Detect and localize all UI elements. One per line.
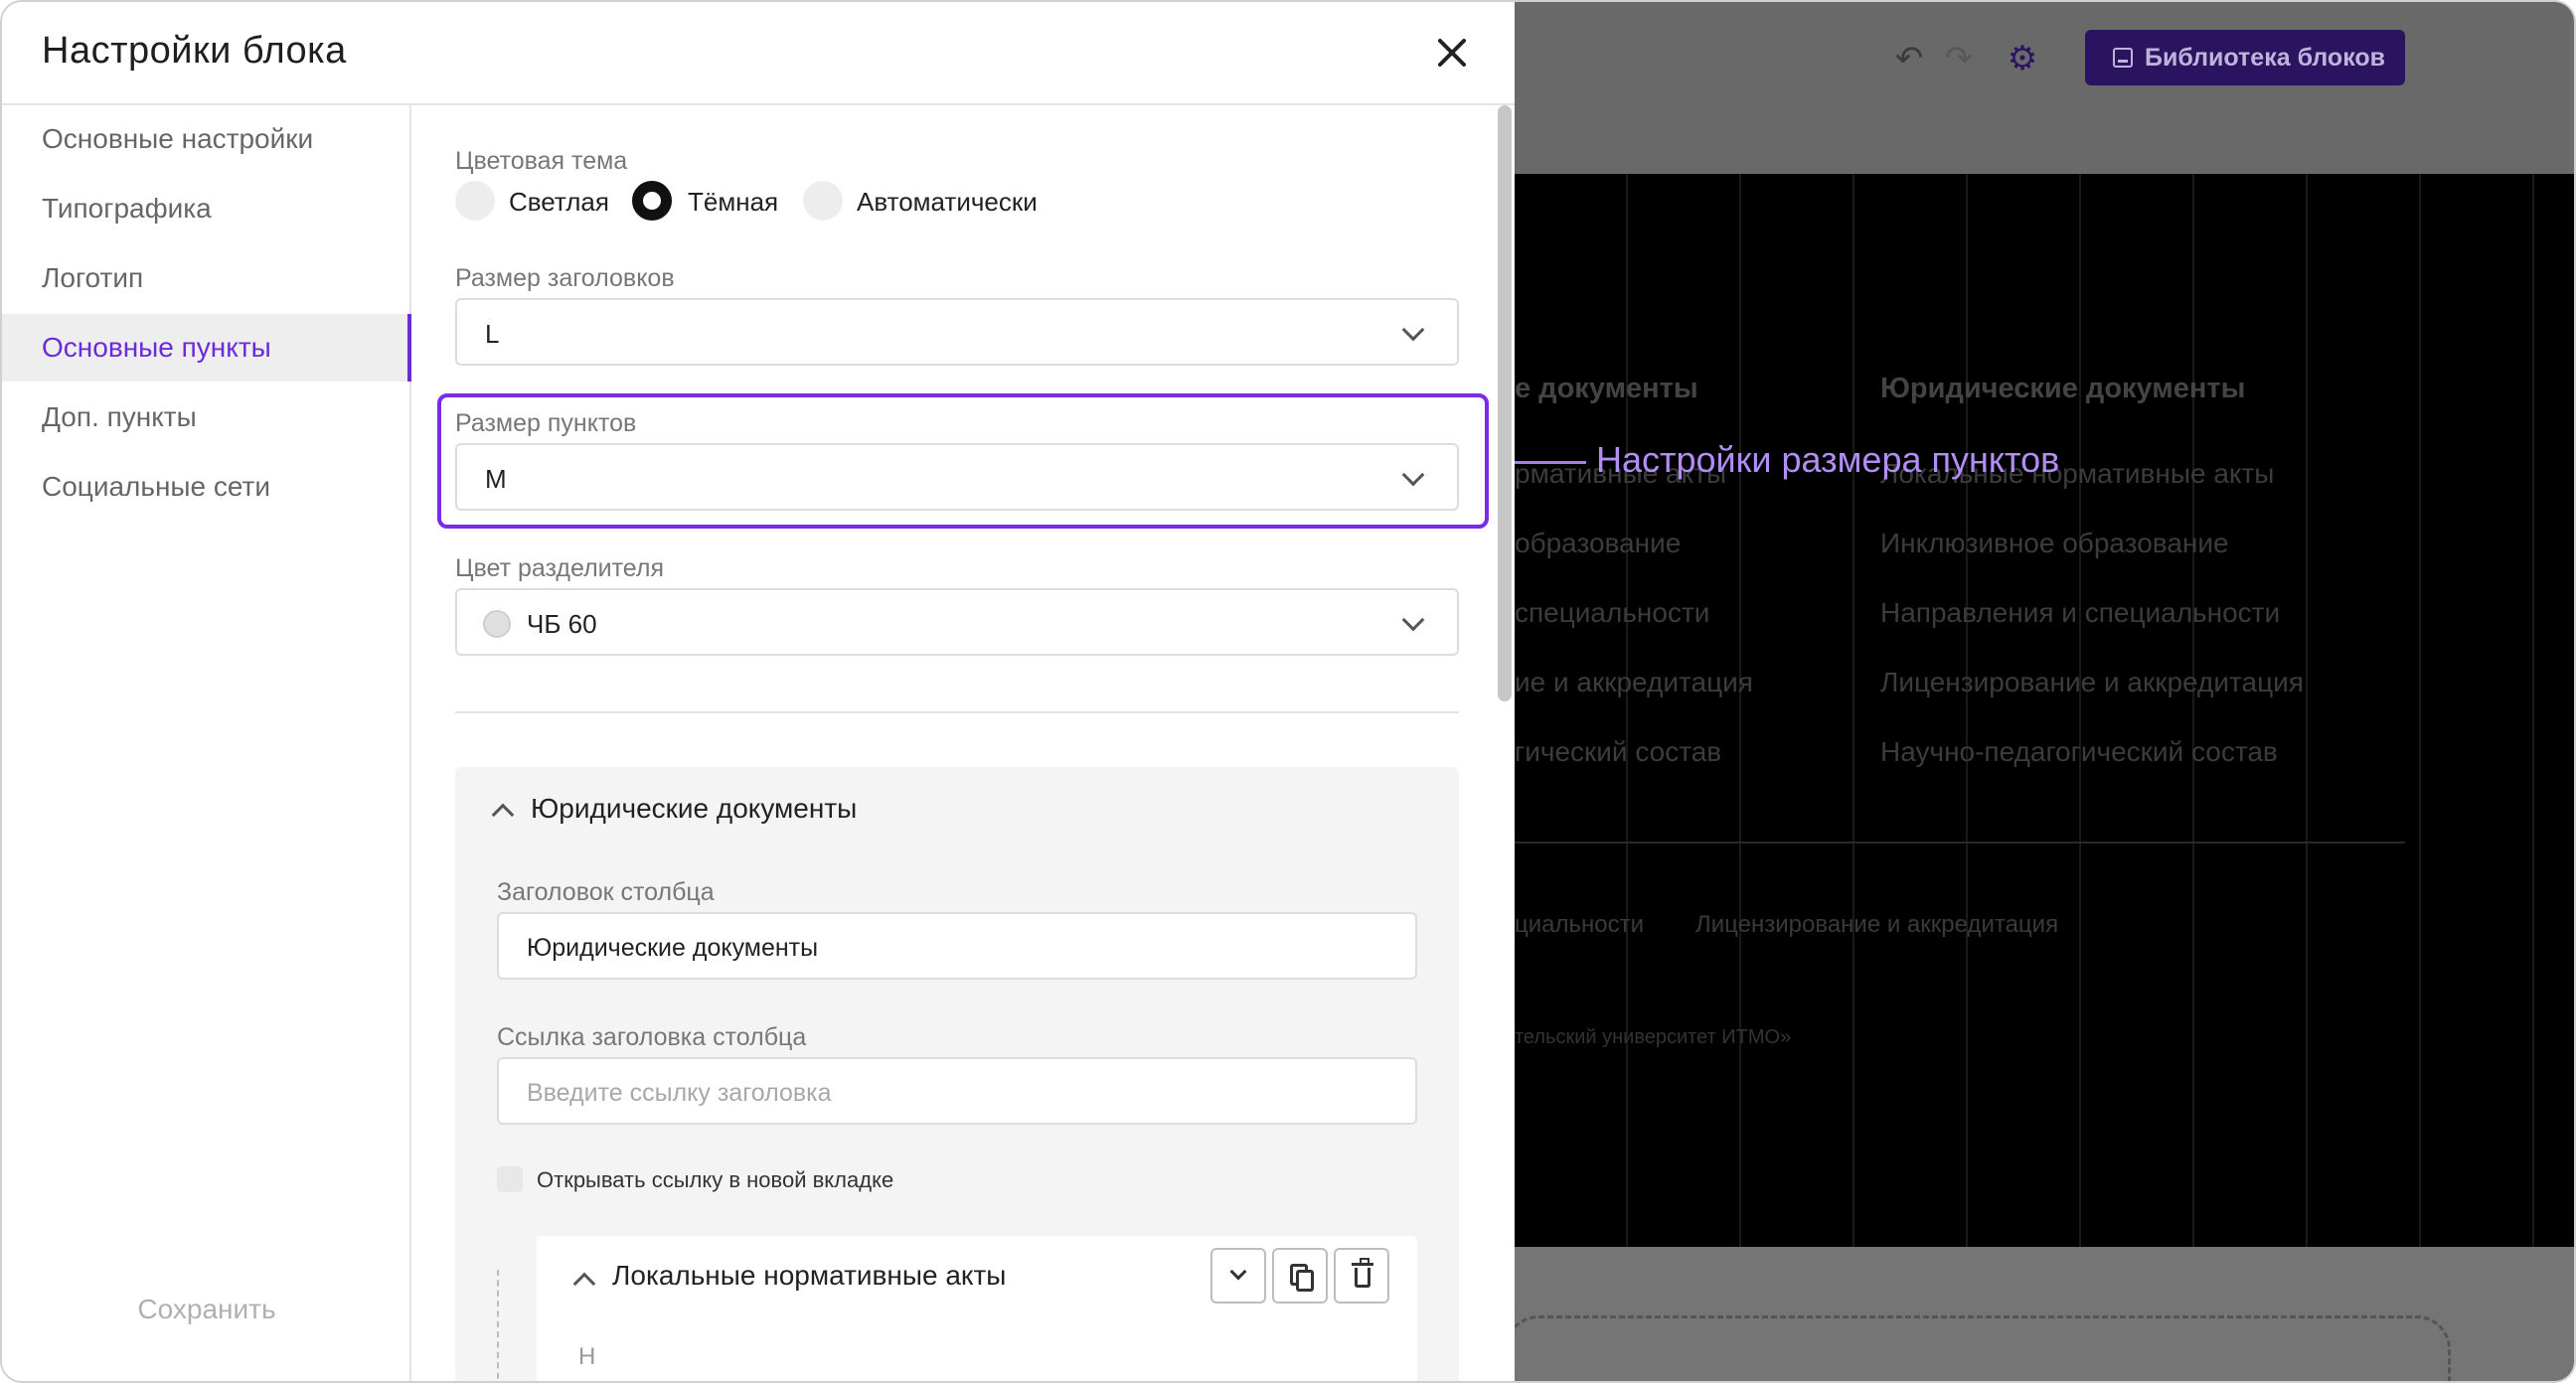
divider-color-label: Цвет разделителя <box>455 554 664 582</box>
undo-icon[interactable]: ↶ <box>1888 38 1930 79</box>
content-scrollbar[interactable] <box>1498 105 1512 701</box>
heading-size-select[interactable]: L <box>455 298 1459 366</box>
preview-col2-item: Лицензирование и аккредитация <box>1880 667 2304 697</box>
preview-col2-item: Инклюзивное образование <box>1880 528 2229 558</box>
heading-size-value: L <box>485 319 500 349</box>
preview-canvas: е документы рмативные акты образование с… <box>1515 174 2574 1247</box>
sidebar-item-typography[interactable]: Типографика <box>2 175 411 242</box>
redo-icon[interactable]: ↷ <box>1938 38 1980 79</box>
chevron-down-icon <box>1401 318 1425 342</box>
column-title-input[interactable]: Юридические документы <box>497 912 1417 980</box>
preview-col1-item: специальности <box>1515 597 1710 628</box>
block-library-button[interactable]: Библиотека блоков <box>2085 30 2405 85</box>
sidebar-item-main-items[interactable]: Основные пункты <box>2 314 411 382</box>
preview-col2-item: Направления и специальности <box>1880 597 2281 628</box>
column-title-value: Юридические документы <box>527 934 819 962</box>
sidebar-item-extra-items[interactable]: Доп. пункты <box>2 384 411 451</box>
new-tab-label: Открывать ссылку в новой вкладке <box>537 1167 894 1192</box>
library-icon <box>2113 48 2133 68</box>
sub-item-title[interactable]: Локальные нормативные акты <box>612 1260 1006 1292</box>
color-swatch <box>483 610 511 638</box>
tree-connector <box>497 1270 499 1381</box>
trash-icon <box>1352 1258 1373 1288</box>
copy-icon-front <box>1296 1270 1314 1292</box>
sidebar-item-logo[interactable]: Логотип <box>2 244 411 312</box>
section-divider <box>455 711 1459 713</box>
item-size-select[interactable]: M <box>455 443 1459 511</box>
color-theme-label: Цветовая тема <box>455 147 628 175</box>
copy-button[interactable] <box>1272 1248 1328 1304</box>
sidebar-item-main-settings[interactable]: Основные настройки <box>2 105 411 173</box>
delete-button[interactable] <box>1334 1248 1389 1304</box>
preview-col2-heading: Юридические документы <box>1880 373 2246 404</box>
editor-toolbar: ↶ ↷ ⚙ Библиотека блоков <box>1515 2 2574 174</box>
modal-title: Настройки блока <box>42 30 347 72</box>
block-library-label: Библиотека блоков <box>2145 44 2386 72</box>
radio-light[interactable] <box>455 181 495 221</box>
chevron-down-icon <box>1401 608 1425 632</box>
modal-header: Настройки блока <box>2 2 1515 105</box>
preview-col1-item: ие и аккредитация <box>1515 667 1753 697</box>
preview-footer-link: Лицензирование и аккредитация <box>1695 911 2059 938</box>
sub-item-field-label: Н <box>578 1343 596 1370</box>
preview-col2-item: Научно-педагогический состав <box>1880 736 2278 767</box>
column-link-input[interactable]: Введите ссылку заголовка <box>497 1057 1417 1125</box>
move-down-button[interactable] <box>1210 1248 1266 1304</box>
item-size-value: M <box>485 464 507 494</box>
chevron-down-icon <box>1401 463 1425 487</box>
close-icon[interactable] <box>1429 30 1475 76</box>
sidebar-item-social[interactable]: Социальные сети <box>2 453 411 521</box>
radio-dark[interactable] <box>632 181 672 221</box>
preview-col1-item: образование <box>1515 528 1682 558</box>
preview-copyright: тельский университет ИТМО» <box>1515 1026 1792 1048</box>
add-block-dropzone[interactable] <box>1505 1315 2451 1381</box>
gear-icon[interactable]: ⚙ <box>2002 38 2043 79</box>
save-button[interactable]: Сохранить <box>2 1294 411 1325</box>
radio-auto-label: Автоматически <box>857 187 1038 217</box>
divider-color-value: ЧБ 60 <box>527 609 597 639</box>
column-title-label: Заголовок столбца <box>497 878 715 906</box>
radio-dark-label: Тёмная <box>688 187 779 217</box>
radio-light-label: Светлая <box>509 187 609 217</box>
preview-footer-link: циальности <box>1515 911 1645 938</box>
radio-auto[interactable] <box>803 181 843 221</box>
preview-col1-heading: е документы <box>1515 373 1698 404</box>
settings-sidebar: Основные настройки Типографика Логотип О… <box>2 105 411 1381</box>
divider-color-select[interactable]: ЧБ 60 <box>455 588 1459 656</box>
item-size-label: Размер пунктов <box>455 409 637 437</box>
new-tab-checkbox[interactable] <box>497 1166 523 1192</box>
column-link-placeholder: Введите ссылку заголовка <box>527 1079 832 1107</box>
column-link-label: Ссылка заголовка столбца <box>497 1023 807 1051</box>
preview-divider <box>1515 842 2405 844</box>
app-frame: ↶ ↷ ⚙ Библиотека блоков е документы рмат… <box>0 0 2576 1383</box>
column-group-title[interactable]: Юридические документы <box>531 793 857 825</box>
heading-size-label: Размер заголовков <box>455 264 675 292</box>
callout-label: Настройки размера пунктов <box>1596 439 2060 480</box>
preview-col1-item: гический состав <box>1515 736 1722 767</box>
editor-background: ↶ ↷ ⚙ Библиотека блоков е документы рмат… <box>1505 2 2574 1381</box>
chevron-down-icon <box>1229 1263 1247 1281</box>
